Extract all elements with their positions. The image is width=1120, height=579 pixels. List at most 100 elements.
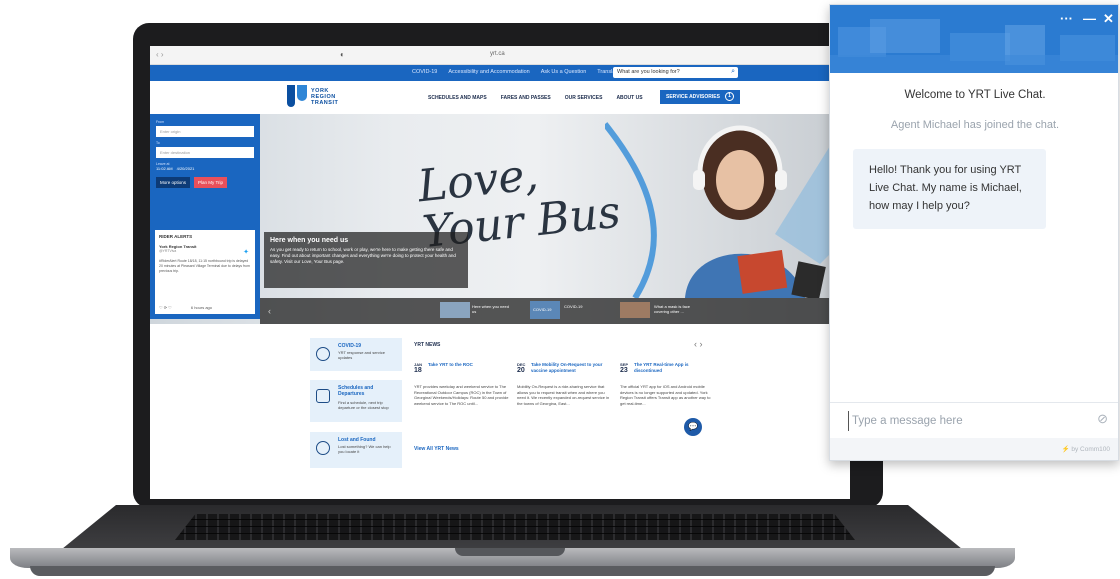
search-icon[interactable]: ⌕ <box>731 68 735 76</box>
powered-by-text: by Comm100 <box>1071 446 1110 453</box>
tweet-meta: ♡ ⟳ ♡ 6 hours ago <box>159 305 212 310</box>
tweet-account-handle[interactable]: @YRTViva <box>159 249 251 253</box>
more-options-button[interactable]: More options <box>156 177 191 188</box>
service-card-desc: Lost something? We can help you locate i… <box>338 444 391 454</box>
nav-services[interactable]: OUR SERVICES <box>565 95 603 101</box>
covid-mask-icon <box>316 347 330 361</box>
service-advisories-button[interactable]: SERVICE ADVISORIES 1 <box>660 90 740 104</box>
hero-caption-panel: Here when you need us As you get ready t… <box>264 232 468 288</box>
service-card-title: COVID-19 <box>338 343 362 349</box>
lost-found-icon <box>316 441 330 455</box>
slide-label-2[interactable]: COVID-19 <box>564 304 582 309</box>
stage: ‹ › ◐ yrt.ca COVID-19 Accessibility and … <box>0 0 1120 579</box>
chat-header: ··· — ✕ <box>830 5 1118 73</box>
main-navbar: YORK REGION TRANSIT SCHEDULES AND MAPS F… <box>150 81 850 114</box>
to-label: To <box>156 141 160 145</box>
datetime-row: 11:02 AM 4/20/2021 <box>156 166 254 171</box>
news-carousel-arrows[interactable]: ‹ › <box>694 339 703 349</box>
news-heading: YRT NEWS <box>414 342 441 348</box>
utility-link-ask[interactable]: Ask Us a Question <box>541 69 587 75</box>
news-body: The official YRT app for iOS and Android… <box>620 384 711 406</box>
browser-nav-arrows[interactable]: ‹ › <box>156 50 164 59</box>
trip-planner: From Enter origin To Enter destination L… <box>150 114 260 319</box>
utility-link-accessibility[interactable]: Accessibility and Accommodation <box>448 69 529 75</box>
utility-links: COVID-19 Accessibility and Accommodation… <box>412 69 620 75</box>
utility-bar: COVID-19 Accessibility and Accommodation… <box>150 65 850 81</box>
chat-agent-joined: Agent Michael has joined the chat. <box>890 119 1060 131</box>
yrt-logo-icon[interactable] <box>287 85 307 109</box>
site-search-placeholder: What are you looking for? <box>617 69 680 75</box>
time-select[interactable]: 11:02 AM <box>156 166 173 171</box>
agent-message-bubble: Hello! Thank you for using YRT Live Chat… <box>853 149 1046 229</box>
chat-close-icon[interactable]: ✕ <box>1103 11 1114 27</box>
slide-prev-button[interactable]: ‹ <box>268 306 271 316</box>
bus-icon <box>316 389 330 403</box>
service-card-lost-found[interactable]: Lost and Found Lost something? We can he… <box>310 432 402 468</box>
laptop-notch <box>455 548 565 556</box>
planner-buttons: More options Plan My Trip <box>156 177 254 188</box>
laptop-screen: ‹ › ◐ yrt.ca COVID-19 Accessibility and … <box>150 46 850 499</box>
chat-launcher-button[interactable]: 💬 <box>684 418 702 436</box>
slide-thumb-3[interactable] <box>620 302 650 318</box>
tweet-time: 6 hours ago <box>190 305 213 310</box>
news-body: YRT provides weekday and weekend service… <box>414 384 509 406</box>
to-input[interactable]: Enter destination <box>156 147 254 158</box>
utility-link-covid[interactable]: COVID-19 <box>412 69 437 75</box>
chat-header-pattern <box>830 5 1118 73</box>
browser-toolbar: ‹ › ◐ yrt.ca <box>150 46 850 65</box>
plan-trip-button[interactable]: Plan My Trip <box>194 177 228 188</box>
slide-label-3[interactable]: What a mask is face covering other ... <box>654 304 700 314</box>
rider-alerts-heading: RIDER ALERTS <box>159 234 193 239</box>
bolt-icon: ⚡ <box>1061 446 1070 453</box>
chat-bubble-icon: 💬 <box>688 422 698 431</box>
nav-about[interactable]: ABOUT US <box>616 95 642 101</box>
hero-caption-heading: Here when you need us <box>270 237 349 244</box>
service-card-schedules[interactable]: Schedules and Departures Find a schedule… <box>310 380 402 422</box>
slide-thumb-covid-label: COVID-19 <box>533 307 552 312</box>
site-search-input[interactable]: What are you looking for? ⌕ <box>613 67 738 78</box>
hero-caption-text[interactable]: As you get ready to return to school, wo… <box>270 247 462 265</box>
address-bar[interactable]: yrt.ca <box>490 51 505 57</box>
view-all-news-link[interactable]: View All YRT News <box>414 446 459 452</box>
tweet-text: #RiderAlert Route 18/18, 11:15 northboun… <box>159 259 250 273</box>
nav-fares[interactable]: FARES AND PASSES <box>501 95 551 101</box>
nav-schedules[interactable]: SCHEDULES AND MAPS <box>428 95 487 101</box>
advisories-count-badge: 1 <box>725 92 734 101</box>
chat-minimize-icon[interactable]: — <box>1083 11 1096 26</box>
slide-thumb-covid[interactable]: COVID-19 <box>530 301 560 319</box>
attach-icon[interactable]: ⊘ <box>1097 411 1108 427</box>
chat-footer: ⚡ by Comm100 <box>830 438 1118 460</box>
news-title[interactable]: Take YRT to the ROC <box>428 362 510 368</box>
logo-line-transit: TRANSIT <box>311 100 339 106</box>
twitter-bird-icon[interactable]: ✦ <box>243 248 249 256</box>
service-card-desc: Find a schedule, next trip departure or … <box>338 400 389 410</box>
laptop-keys <box>175 514 855 540</box>
news-title[interactable]: The YRT Real-time App is discontinued <box>634 362 716 374</box>
chat-composer: ⊘ <box>830 402 1118 438</box>
live-chat-window: ··· — ✕ Welcome to YRT Live Chat. Agent … <box>829 4 1119 461</box>
news-day: 20 <box>517 367 525 374</box>
service-card-title: Lost and Found <box>338 437 376 443</box>
news-day: 23 <box>620 367 628 374</box>
favicon-icon: ◐ <box>340 50 345 59</box>
rider-alerts-widget: RIDER ALERTS York Region Transit @YRTViv… <box>155 230 255 314</box>
yrt-logo-text[interactable]: YORK REGION TRANSIT <box>311 88 338 106</box>
service-card-desc: YRT response and service updates <box>338 350 385 360</box>
news-title[interactable]: Take Mobility On-Request to your vaccine… <box>531 362 613 374</box>
nav-links: SCHEDULES AND MAPS FARES AND PASSES OUR … <box>428 95 643 101</box>
service-card-covid[interactable]: COVID-19 YRT response and service update… <box>310 338 402 371</box>
slide-label-1[interactable]: Here when you need us <box>472 304 514 314</box>
from-input[interactable]: Enter origin <box>156 126 254 137</box>
home-content: COVID-19 YRT response and service update… <box>310 338 730 473</box>
hero-photo <box>605 114 850 298</box>
chat-menu-icon[interactable]: ··· <box>1060 11 1073 26</box>
service-advisories-label: SERVICE ADVISORIES <box>666 94 720 100</box>
laptop-foot <box>30 566 995 576</box>
news-day: 18 <box>414 367 422 374</box>
tweet-actions[interactable]: ♡ ⟳ ♡ <box>159 305 172 310</box>
news-body: Mobility On-Request is a ride-sharing se… <box>517 384 610 406</box>
slide-thumb-1[interactable] <box>440 302 470 318</box>
date-select[interactable]: 4/20/2021 <box>177 166 195 171</box>
chat-message-input[interactable] <box>848 411 1068 431</box>
powered-by[interactable]: ⚡ by Comm100 <box>1061 445 1110 453</box>
